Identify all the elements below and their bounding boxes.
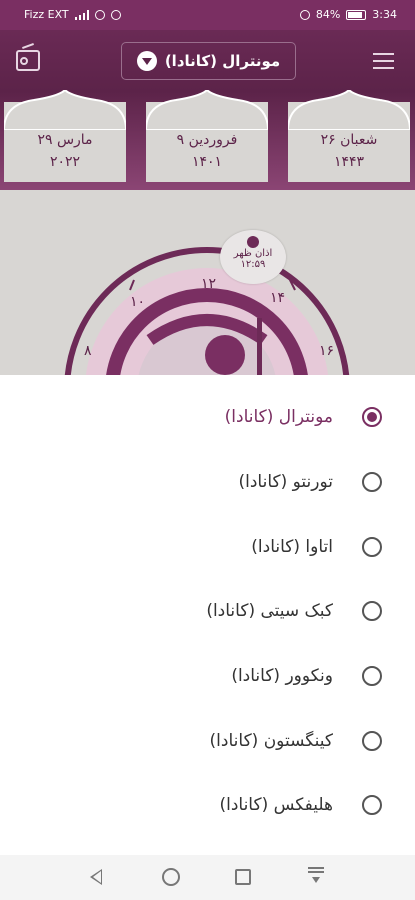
hijri-date-card: ۲۶ شعبان ۱۴۴۳ bbox=[288, 90, 410, 182]
back-icon[interactable] bbox=[90, 869, 102, 885]
shamsi-date-card: ۹ فروردین ۱۴۰۱ bbox=[146, 90, 268, 182]
system-navigation-bar bbox=[0, 855, 415, 900]
city-option-label: اتاوا (کانادا) bbox=[251, 537, 333, 557]
hour-label: ۱۰ bbox=[130, 294, 146, 310]
radio-button[interactable] bbox=[362, 601, 382, 621]
signal-icon bbox=[74, 9, 89, 20]
city-option[interactable]: هلیفکس (کانادا) bbox=[0, 773, 415, 837]
eye-icon bbox=[299, 9, 310, 20]
hour-label: ۱۲ bbox=[201, 276, 217, 292]
city-option[interactable]: مونترال (کانادا) bbox=[0, 385, 415, 449]
radio-button[interactable] bbox=[362, 731, 382, 751]
city-option-label: هلیفکس (کانادا) bbox=[219, 795, 333, 815]
app-header: مونترال (کانادا) bbox=[0, 30, 415, 92]
prayer-clock: اذان ظهر ۱۲:۵۹ ۸ ۱۰ ۱۲ ۱۴ ۱۶ bbox=[0, 190, 415, 375]
radio-button[interactable] bbox=[362, 795, 382, 815]
city-option-label: ونکوور (کانادا) bbox=[231, 666, 333, 686]
hamburger-menu-icon[interactable] bbox=[373, 53, 394, 69]
status-bar: Fizz EXT 84% 3:34 bbox=[0, 0, 415, 30]
city-option-label: تورنتو (کانادا) bbox=[238, 472, 333, 492]
home-icon[interactable] bbox=[162, 868, 180, 886]
status-left: Fizz EXT bbox=[24, 8, 121, 21]
hour-label: ۸ bbox=[84, 343, 92, 359]
sun-icon bbox=[247, 236, 259, 248]
hour-label: ۱۴ bbox=[270, 290, 286, 306]
city-selection-sheet: مونترال (کانادا) تورنتو (کانادا) اتاوا (… bbox=[0, 375, 415, 855]
carrier-name: Fizz EXT bbox=[24, 8, 69, 21]
city-option[interactable]: اتاوا (کانادا) bbox=[0, 515, 415, 579]
radio-icon[interactable] bbox=[16, 50, 40, 71]
radio-button[interactable] bbox=[362, 666, 382, 686]
battery-icon bbox=[346, 9, 367, 20]
recent-apps-icon[interactable] bbox=[235, 869, 251, 885]
city-selector-button[interactable]: مونترال (کانادا) bbox=[121, 42, 296, 80]
city-option-label: مونترال (کانادا) bbox=[224, 407, 333, 427]
shamsi-date-year: ۱۴۰۱ bbox=[191, 154, 223, 170]
battery-percent: 84% bbox=[315, 8, 341, 21]
azan-time: ۱۲:۵۹ bbox=[240, 259, 266, 270]
notification-icon bbox=[110, 9, 121, 20]
date-band: ۲۶ شعبان ۱۴۴۳ ۹ فروردین ۱۴۰۱ ۲۹ مارس ۲۰۲… bbox=[0, 90, 415, 190]
clock-time: 3:34 bbox=[372, 8, 397, 21]
status-right: 84% 3:34 bbox=[299, 8, 397, 21]
gregorian-date-day: ۲۹ مارس bbox=[37, 132, 93, 148]
wifi-icon bbox=[94, 9, 105, 20]
hijri-date-year: ۱۴۴۳ bbox=[333, 154, 365, 170]
azan-label: اذان ظهر bbox=[233, 248, 273, 259]
radio-button[interactable] bbox=[362, 537, 382, 557]
city-selector-label: مونترال (کانادا) bbox=[164, 52, 281, 70]
chevron-down-icon bbox=[136, 51, 157, 71]
city-option[interactable]: تورنتو (کانادا) bbox=[0, 450, 415, 514]
gregorian-date-card: ۲۹ مارس ۲۰۲۲ bbox=[4, 90, 126, 182]
shamsi-date-day: ۹ فروردین bbox=[176, 132, 238, 148]
download-icon[interactable] bbox=[308, 867, 324, 887]
next-azan-badge: اذان ظهر ۱۲:۵۹ bbox=[220, 230, 286, 284]
city-option[interactable]: کبک سیتی (کانادا) bbox=[0, 579, 415, 643]
city-option-label: کبک سیتی (کانادا) bbox=[206, 601, 333, 621]
city-option[interactable]: کینگستون (کانادا) bbox=[0, 709, 415, 773]
gregorian-date-year: ۲۰۲۲ bbox=[49, 154, 81, 170]
city-option[interactable]: ونکوور (کانادا) bbox=[0, 644, 415, 708]
hijri-date-day: ۲۶ شعبان bbox=[320, 132, 378, 148]
radio-button-selected[interactable] bbox=[362, 407, 382, 427]
radio-button[interactable] bbox=[362, 472, 382, 492]
hour-label: ۱۶ bbox=[319, 343, 335, 359]
city-option-label: کینگستون (کانادا) bbox=[209, 731, 333, 751]
